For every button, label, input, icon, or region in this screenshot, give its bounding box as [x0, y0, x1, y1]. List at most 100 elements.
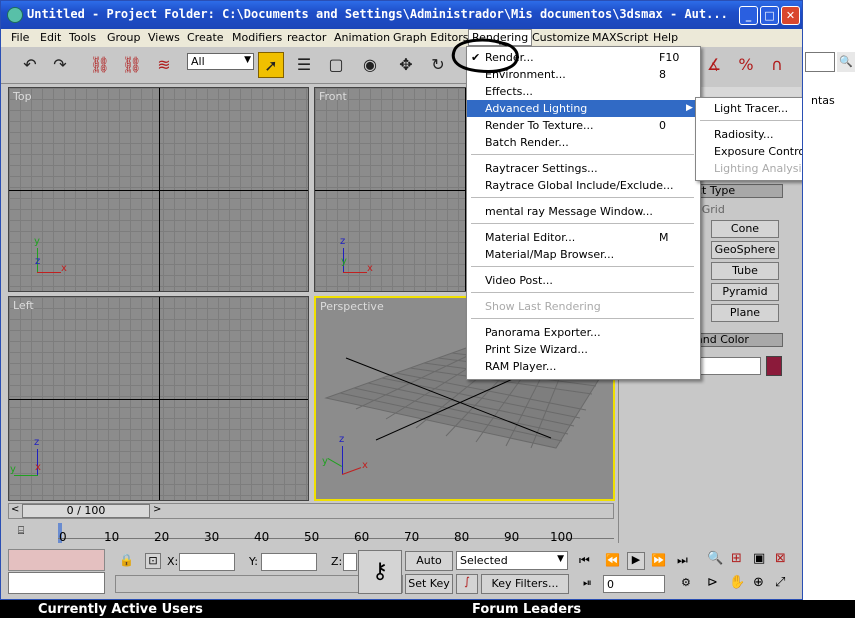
pyramid-button[interactable]: Pyramid — [711, 283, 779, 301]
time-configuration-icon[interactable]: ⚙ — [681, 576, 691, 589]
select-object-icon[interactable]: ➚ — [258, 52, 284, 78]
menu-item-batch-render[interactable]: Batch Render... — [467, 134, 698, 151]
key-filters-button[interactable]: Key Filters... — [481, 574, 569, 594]
play-icon[interactable]: ▶ — [627, 552, 645, 570]
menu-item-radiosity[interactable]: Radiosity... — [696, 126, 802, 143]
menu-maxscript[interactable]: MAXScript — [592, 31, 648, 44]
app-icon[interactable] — [7, 7, 23, 23]
redo-icon[interactable]: ↷ — [47, 52, 73, 78]
zoom-extents-all-icon[interactable]: ⊠ — [775, 551, 786, 566]
undo-icon[interactable]: ↶ — [17, 52, 43, 78]
curve-editor-icon[interactable]: ⌸ — [10, 524, 32, 540]
lock-selection-icon[interactable]: 🔒 — [119, 553, 134, 567]
close-button[interactable]: ✕ — [781, 6, 800, 25]
viewport-top[interactable]: Top y x z — [8, 87, 309, 292]
field-of-view-icon[interactable]: ⊳ — [707, 575, 718, 590]
maximize-viewport-icon[interactable]: ⤢ — [775, 575, 785, 590]
pan-icon[interactable]: ✋ — [729, 575, 745, 590]
cone-button[interactable]: Cone — [711, 220, 779, 238]
y-coordinate-field[interactable] — [261, 553, 317, 571]
menu-group[interactable]: Group — [107, 31, 141, 44]
key-mode-toggle-icon[interactable]: ⏯ — [583, 576, 592, 590]
track-bar[interactable]: ⌸ 0 10 20 30 40 50 60 70 80 90 100 — [8, 521, 614, 545]
absolute-mode-icon[interactable]: ⊡ — [145, 553, 161, 569]
z-coordinate-field[interactable] — [343, 553, 357, 571]
go-to-start-icon[interactable]: ⏮ — [579, 553, 590, 568]
menu-item-exposure-control[interactable]: Exposure Control... — [696, 143, 802, 160]
menu-create[interactable]: Create — [187, 31, 224, 44]
viewport-label-top[interactable]: Top — [13, 90, 32, 103]
menu-help[interactable]: Help — [653, 31, 678, 44]
previous-frame-icon[interactable]: ⏪ — [605, 553, 620, 567]
go-to-end-icon[interactable]: ⏭ — [677, 553, 688, 568]
menu-item-ram-player[interactable]: RAM Player... — [467, 358, 698, 375]
select-and-move-icon[interactable]: ✥ — [393, 52, 419, 78]
menu-item-material-map-browser[interactable]: Material/Map Browser... — [467, 246, 698, 263]
tube-button[interactable]: Tube — [711, 262, 779, 280]
zoom-all-icon[interactable]: ⊞ — [731, 551, 742, 566]
angle-snap-icon[interactable]: ∡ — [701, 52, 727, 78]
next-frame-icon[interactable]: ⏩ — [651, 553, 666, 567]
menu-item-panorama-exporter[interactable]: Panorama Exporter... — [467, 324, 698, 341]
selection-filter-dropdown[interactable]: All ▼ — [187, 53, 254, 70]
viewport-label-front[interactable]: Front — [319, 90, 347, 103]
object-type-rollout[interactable]: ct Type — [695, 184, 783, 198]
object-name-field[interactable] — [695, 357, 761, 375]
menu-item-raytrace-global[interactable]: Raytrace Global Include/Exclude... — [467, 177, 698, 194]
menu-reactor[interactable]: reactor — [287, 31, 326, 44]
search-icon[interactable]: 🔍 — [837, 52, 855, 72]
rectangular-selection-icon[interactable]: ▢ — [323, 52, 349, 78]
background-search-field[interactable] — [805, 52, 835, 72]
time-slider[interactable]: < 0 / 100 > — [8, 503, 614, 519]
menu-animation[interactable]: Animation — [334, 31, 390, 44]
menu-item-mental-ray-message-window[interactable]: mental ray Message Window... — [467, 203, 698, 220]
menu-item-render-to-texture[interactable]: Render To Texture... 0 — [467, 117, 698, 134]
viewport-label-left[interactable]: Left — [13, 299, 34, 312]
menu-item-raytracer-settings[interactable]: Raytracer Settings... — [467, 160, 698, 177]
percent-snap-icon[interactable]: % — [733, 52, 759, 78]
arc-rotate-icon[interactable]: ⊕ — [753, 575, 764, 590]
select-and-rotate-icon[interactable]: ↻ — [425, 52, 451, 78]
spinner-snap-icon[interactable]: ∩ — [764, 52, 790, 78]
zoom-extents-icon[interactable]: ▣ — [753, 551, 765, 566]
name-and-color-rollout[interactable]: and Color — [695, 333, 783, 347]
zoom-icon[interactable]: 🔍 — [707, 551, 723, 566]
time-slider-prev-icon[interactable]: < — [11, 504, 19, 515]
geosphere-button[interactable]: GeoSphere — [711, 241, 779, 259]
menu-views[interactable]: Views — [148, 31, 180, 44]
select-and-link-icon[interactable]: ⛓ — [87, 52, 113, 78]
window-crossing-icon[interactable]: ◉ — [357, 52, 383, 78]
current-frame-field[interactable]: 0 — [603, 575, 665, 593]
bind-space-warp-icon[interactable]: ≋ — [151, 52, 177, 78]
status-prompt-field[interactable] — [8, 572, 105, 594]
title-bar[interactable]: Untitled - Project Folder: C:\Documents … — [1, 1, 802, 29]
menu-customize[interactable]: Customize — [532, 31, 590, 44]
time-slider-next-icon[interactable]: > — [153, 504, 161, 515]
menu-file[interactable]: File — [11, 31, 29, 44]
maxscript-listener-mini[interactable] — [8, 549, 105, 571]
default-tangent-icon[interactable]: ∫ — [456, 574, 478, 594]
plane-button[interactable]: Plane — [711, 304, 779, 322]
menu-tools[interactable]: Tools — [69, 31, 96, 44]
menu-item-print-size-wizard[interactable]: Print Size Wizard... — [467, 341, 698, 358]
menu-item-video-post[interactable]: Video Post... — [467, 272, 698, 289]
viewport-left[interactable]: Left z y x — [8, 296, 309, 501]
auto-key-button[interactable]: Auto Key — [405, 551, 453, 585]
menu-edit[interactable]: Edit — [40, 31, 61, 44]
viewport-label-perspective[interactable]: Perspective — [320, 300, 384, 313]
object-color-swatch[interactable] — [766, 356, 782, 376]
set-key-button[interactable]: Set Key — [405, 574, 453, 594]
menu-modifiers[interactable]: Modifiers — [232, 31, 282, 44]
menu-item-advanced-lighting[interactable]: Advanced Lighting ▶ — [467, 100, 698, 117]
select-by-name-icon[interactable]: ☰ — [291, 52, 317, 78]
key-filter-selection-dropdown[interactable]: Selected ▼ — [456, 551, 568, 570]
frame-counter[interactable]: 0 / 100 — [22, 504, 150, 518]
x-coordinate-field[interactable] — [179, 553, 235, 571]
unlink-icon[interactable]: ⛓ — [119, 52, 145, 78]
minimize-button[interactable]: _ — [739, 6, 758, 25]
maximize-button[interactable]: □ — [760, 6, 779, 25]
set-key-mode-icon[interactable]: ⚷ — [358, 550, 402, 594]
menu-item-material-editor[interactable]: Material Editor... M — [467, 229, 698, 246]
menu-item-light-tracer[interactable]: Light Tracer... — [696, 100, 802, 117]
menu-item-effects[interactable]: Effects... — [467, 83, 698, 100]
